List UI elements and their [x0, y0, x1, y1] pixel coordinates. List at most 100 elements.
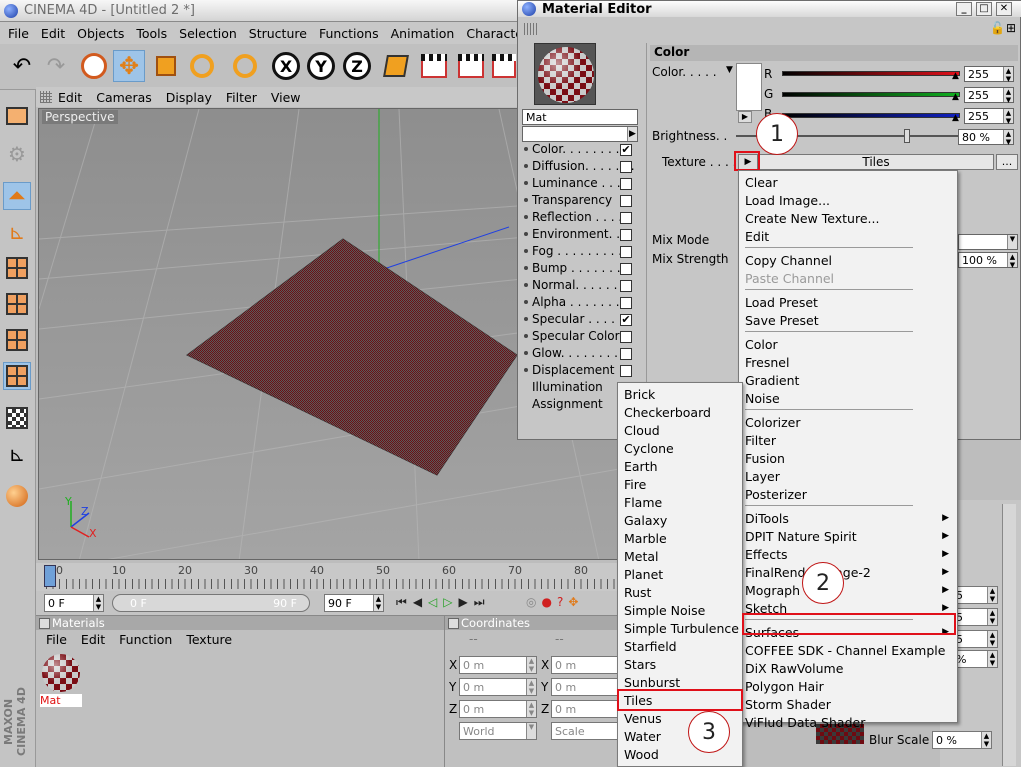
menu-edit[interactable]: Edit: [41, 26, 65, 41]
polygons-tool-button[interactable]: [3, 326, 31, 354]
material-subname-field[interactable]: ▶: [522, 126, 638, 142]
surfaces-menu-item[interactable]: Marble: [618, 529, 742, 547]
texture-menu-item[interactable]: Colorizer: [739, 413, 957, 431]
menu-structure[interactable]: Structure: [249, 26, 307, 41]
use-texture-axis-button[interactable]: ⊾: [3, 218, 31, 246]
channel-label[interactable]: Displacement: [532, 363, 615, 377]
vp-menu-cameras[interactable]: Cameras: [96, 90, 152, 105]
texture-menu-item[interactable]: Gradient: [739, 371, 957, 389]
close-button[interactable]: ✕: [996, 2, 1012, 16]
color-dropdown-arrow-icon[interactable]: ▼: [726, 65, 733, 75]
surfaces-menu-item[interactable]: Galaxy: [618, 511, 742, 529]
attr-scrollbar[interactable]: [1002, 504, 1016, 766]
texture-name-field[interactable]: Tiles: [758, 154, 994, 170]
texture-menu-item[interactable]: COFFEE SDK - Channel Example: [739, 641, 957, 659]
texture-menu-item[interactable]: Color: [739, 335, 957, 353]
texture-menu-item[interactable]: Clear: [739, 173, 957, 191]
pos-x-field[interactable]: 0 m ▲ ▼: [459, 656, 537, 674]
surfaces-menu-item[interactable]: Stars: [618, 655, 742, 673]
texture-menu-item[interactable]: Paste Channel: [739, 269, 957, 287]
use-texture-tool-button[interactable]: ⏶: [3, 182, 31, 210]
material-preview[interactable]: [534, 43, 596, 105]
move-key-icon[interactable]: ✥: [568, 595, 583, 609]
attr-field-4[interactable]: % ▲ ▼: [952, 650, 998, 668]
record-controls[interactable]: ◎●?✥: [526, 595, 583, 609]
channel-checkbox[interactable]: [620, 195, 632, 207]
texture-menu-item[interactable]: Mograph ▶: [739, 581, 957, 599]
mix-strength-field[interactable]: 100 % ▲ ▼: [958, 252, 1018, 269]
slider-handle-icon[interactable]: ▲: [952, 113, 959, 123]
red-slider[interactable]: [782, 71, 960, 76]
blur-scale-field[interactable]: 0 % ▲ ▼: [932, 731, 992, 749]
attr-field-2[interactable]: 5 ▲ ▼: [952, 608, 998, 626]
y-axis-button[interactable]: Y: [305, 50, 337, 82]
redo-button[interactable]: ↷: [40, 50, 72, 82]
texture-menu-item[interactable]: Layer: [739, 467, 957, 485]
render-settings-button[interactable]: [492, 50, 516, 82]
red-value-field[interactable]: 255 ▲ ▼: [964, 66, 1014, 83]
channel-checkbox[interactable]: [620, 365, 632, 377]
blue-slider[interactable]: [782, 113, 960, 118]
menu-animation[interactable]: Animation: [391, 26, 455, 41]
mat-menu-function[interactable]: Function: [119, 632, 172, 647]
color-expand-arrow-icon[interactable]: ▶: [738, 111, 752, 123]
rotate-tool-button[interactable]: [186, 50, 218, 82]
surfaces-menu-item[interactable]: Wood: [618, 745, 742, 763]
move-tool-button[interactable]: ✥: [113, 50, 145, 82]
mat-menu-edit[interactable]: Edit: [81, 632, 105, 647]
texture-menu-item[interactable]: Create New Texture...: [739, 209, 957, 227]
next-frame-icon[interactable]: ▶: [459, 595, 474, 609]
size-mode-select[interactable]: Scale: [551, 722, 619, 740]
go-to-end-icon[interactable]: ⏭: [474, 595, 491, 609]
material-name-field[interactable]: Mat: [522, 109, 638, 125]
channel-label[interactable]: Color. . . . . . . . .: [532, 142, 627, 156]
play-backward-icon[interactable]: ◁: [428, 595, 443, 609]
surfaces-menu-item[interactable]: Rust: [618, 583, 742, 601]
attr-field-1[interactable]: 5 ▲ ▼: [952, 586, 998, 604]
channel-label[interactable]: Alpha . . . . . . . .: [532, 295, 627, 309]
texture-menu-item[interactable]: ViFlud Data Shader: [739, 713, 957, 731]
prev-frame-icon[interactable]: ◀: [413, 595, 428, 609]
mat-menu-file[interactable]: File: [46, 632, 67, 647]
vp-menu-display[interactable]: Display: [166, 90, 212, 105]
new-window-icon[interactable]: ⊞: [1006, 21, 1016, 35]
edges-tool-button[interactable]: [3, 290, 31, 318]
slider-handle-icon[interactable]: ▲: [952, 71, 959, 81]
live-select-button[interactable]: [78, 50, 110, 82]
pos-z-field[interactable]: 0 m ▲ ▼: [459, 700, 537, 718]
channel-label[interactable]: Specular Color: [532, 329, 620, 343]
render-view-button[interactable]: [418, 50, 450, 82]
channel-checkbox[interactable]: ✔: [620, 144, 632, 156]
pos-y-field[interactable]: 0 m ▲ ▼: [459, 678, 537, 696]
color-swatch[interactable]: [736, 63, 762, 111]
channel-checkbox[interactable]: [620, 263, 632, 275]
channel-label[interactable]: Reflection . . . .: [532, 210, 622, 224]
texture-menu-item[interactable]: Copy Channel: [739, 251, 957, 269]
texture-menu-item[interactable]: DiTools ▶: [739, 509, 957, 527]
vp-menu-view[interactable]: View: [271, 90, 301, 105]
channel-checkbox[interactable]: [620, 246, 632, 258]
texture-menu-item[interactable]: Effects ▶: [739, 545, 957, 563]
blue-value-field[interactable]: 255 ▲ ▼: [964, 108, 1014, 125]
use-model-tool-button[interactable]: [3, 102, 31, 130]
maximize-button[interactable]: □: [976, 2, 992, 16]
use-object-tool-button[interactable]: ⚙: [3, 140, 31, 168]
surfaces-menu-item[interactable]: Cloud: [618, 421, 742, 439]
minimize-button[interactable]: _: [956, 2, 972, 16]
brightness-handle[interactable]: [904, 129, 910, 143]
axis-mode-button[interactable]: ⊾: [3, 440, 31, 468]
coord-mode-select[interactable]: World ▼: [459, 722, 537, 740]
texture-menu-item[interactable]: Load Preset: [739, 293, 957, 311]
channel-label[interactable]: Environment. . .: [532, 227, 628, 241]
undo-button[interactable]: ↶: [6, 50, 38, 82]
texture-menu-item[interactable]: Edit: [739, 227, 957, 245]
points-tool-button[interactable]: [3, 254, 31, 282]
channel-label[interactable]: Luminance . . . .: [532, 176, 628, 190]
material-thumbnail[interactable]: Mat: [40, 652, 82, 708]
size-z-field[interactable]: 0 m: [551, 700, 619, 718]
illumination-channel[interactable]: Illumination: [532, 380, 603, 394]
checker-button[interactable]: [3, 404, 31, 432]
scale-tool-button[interactable]: [150, 50, 182, 82]
texture-menu-item[interactable]: Filter: [739, 431, 957, 449]
texture-menu-item[interactable]: DiX RawVolume: [739, 659, 957, 677]
